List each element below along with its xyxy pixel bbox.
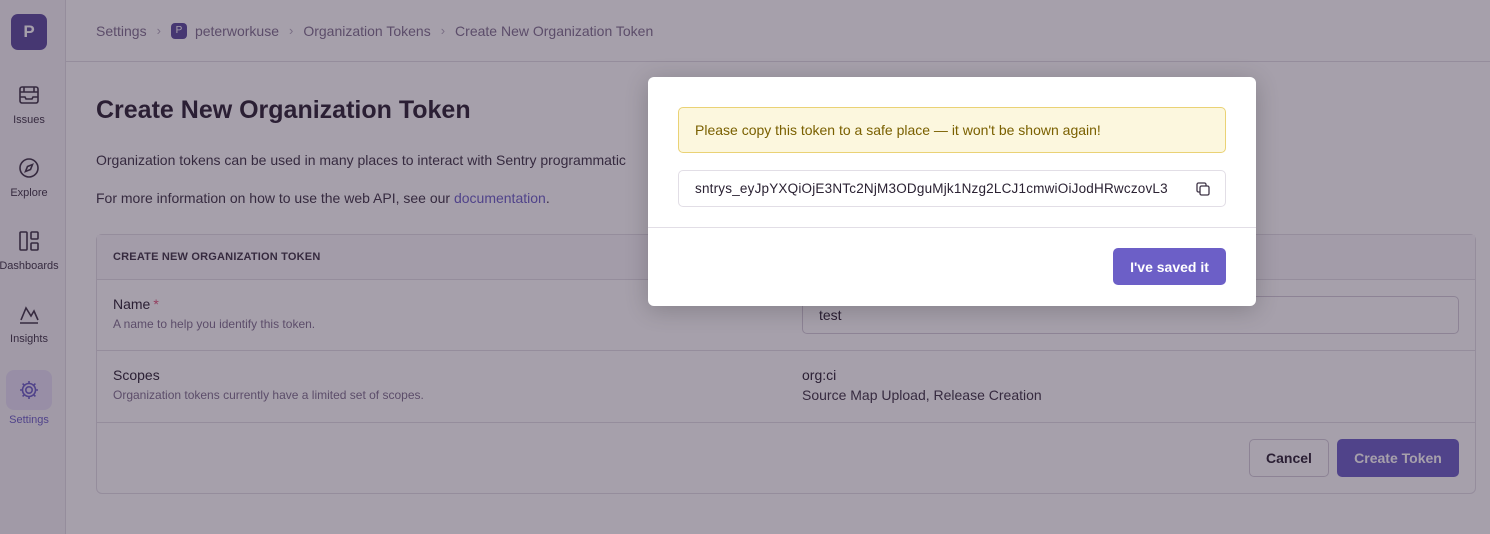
modal-divider	[648, 227, 1256, 228]
token-value: sntrys_eyJpYXQiOjE3NTc2NjM3ODguMjk1Nzg2L…	[695, 181, 1168, 196]
saved-it-button[interactable]: I've saved it	[1113, 248, 1226, 285]
warning-alert: Please copy this token to a safe place —…	[678, 107, 1226, 153]
token-field[interactable]: sntrys_eyJpYXQiOjE3NTc2NjM3ODguMjk1Nzg2L…	[678, 170, 1226, 207]
token-modal: Please copy this token to a safe place —…	[648, 77, 1256, 306]
copy-icon[interactable]	[1195, 181, 1211, 197]
